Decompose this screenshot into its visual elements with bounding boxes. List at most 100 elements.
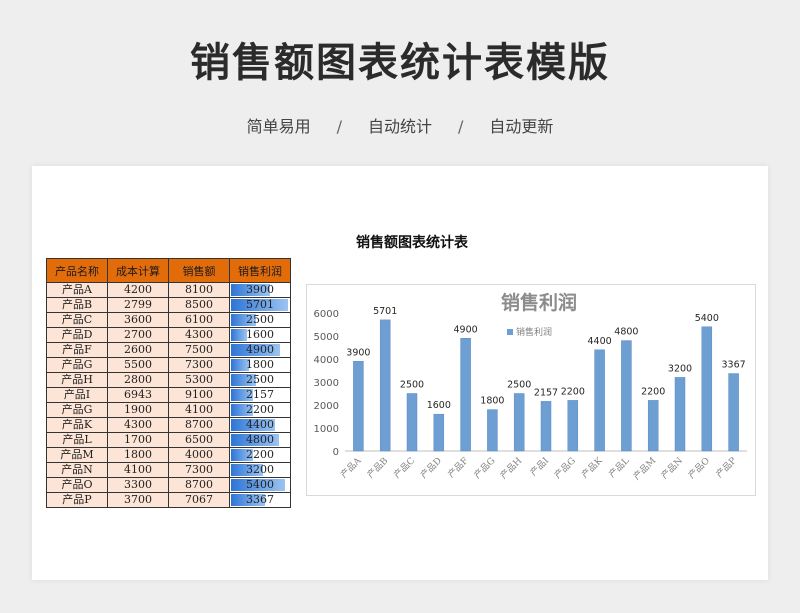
product-name-cell: 产品G [46,402,108,418]
cost-cell: 3300 [107,477,169,493]
category-label: 产品D [418,455,444,481]
table-row: 产品O 3300 8700 5400 [46,477,291,493]
sales-table: 产品名称 成本计算 销售额 销售利润 产品A 4200 8100 3900 产品B 279… [46,258,291,508]
cost-cell: 2799 [107,297,169,313]
bar [647,400,659,452]
sales-cell: 7300 [168,462,230,478]
product-name-cell: 产品O [46,477,108,493]
profit-value: 5701 [246,298,274,311]
cost-cell: 3700 [107,492,169,508]
profit-value: 1800 [246,358,274,371]
product-name-cell: 产品B [46,297,108,313]
sales-cell: 6100 [168,312,230,328]
profit-cell: 3367 [229,492,291,508]
separator: / [458,117,464,136]
column-header: 销售利润 [229,258,291,283]
y-tick-label: 6000 [314,309,339,320]
profit-value: 2200 [246,448,274,461]
data-label: 2200 [641,386,665,397]
y-tick-label: 3000 [314,378,339,389]
data-label: 2200 [561,386,585,397]
legend-swatch [507,329,513,335]
product-name-cell: 产品F [46,342,108,358]
sales-cell: 4000 [168,447,230,463]
table-row: 产品L 1700 6500 4800 [46,432,291,448]
profit-value: 2500 [246,313,274,326]
sales-cell: 8500 [168,297,230,313]
bar [406,393,418,452]
column-header: 销售额 [168,258,230,283]
bar [567,400,579,452]
category-label: 产品G [552,455,578,481]
bar [433,413,445,452]
profit-cell: 1800 [229,357,291,373]
bar [540,401,552,452]
column-header: 成本计算 [107,258,169,283]
cost-cell: 2700 [107,327,169,343]
y-tick-label: 4000 [314,355,339,366]
profit-cell: 4800 [229,432,291,448]
profit-bar-chart: 0100020003000400050006000销售利润销售利润3900产品A… [314,291,747,483]
product-name-cell: 产品P [46,492,108,508]
category-label: 产品B [364,454,390,480]
spreadsheet-preview: 销售额图表统计表 产品名称 成本计算 销售额 销售利润 产品A 4200 8100 3… [32,166,768,580]
bar [513,393,525,452]
product-name-cell: 产品G [46,357,108,373]
profit-cell: 5701 [229,297,291,313]
profit-cell: 2200 [229,402,291,418]
data-bar [231,329,247,341]
bar [460,338,471,452]
sales-cell: 8700 [168,477,230,493]
table-row: 产品C 3600 6100 2500 [46,312,291,328]
bar [487,409,498,452]
table-row: 产品A 4200 8100 3900 [46,282,291,298]
y-tick-label: 1000 [314,424,339,435]
profit-cell: 2200 [229,447,291,463]
product-name-cell: 产品K [46,417,108,433]
table-row: 产品P 3700 7067 3367 [46,492,291,508]
profit-cell: 5400 [229,477,291,493]
profit-value: 2200 [246,403,274,416]
bar [594,349,605,452]
table-body: 产品A 4200 8100 3900 产品B 2799 8500 5701 产品C 3600 610… [46,282,291,508]
bar [621,340,632,452]
table-row: 产品G 5500 7300 1800 [46,357,291,373]
legend-label: 销售利润 [516,326,552,338]
profit-cell: 2500 [229,372,291,388]
sales-cell: 5300 [168,372,230,388]
data-label: 3367 [722,360,746,371]
profit-cell: 2157 [229,387,291,403]
profit-cell: 3200 [229,462,291,478]
category-label: 产品L [606,455,631,480]
table-row: 产品K 4300 8700 4400 [46,417,291,433]
table-row: 产品I 6943 9100 2157 [46,387,291,403]
separator: / [336,117,342,136]
data-label: 3900 [346,347,370,358]
sheet-title: 销售额图表统计表 [356,235,468,251]
product-name-cell: 产品L [46,432,108,448]
profit-chart: 0 1000 2000 3000 4000 5000 6000 销售利润 销售利润 3900 产品A… [306,284,756,496]
cost-cell: 6943 [107,387,169,403]
category-label: 产品M [631,455,659,483]
bar [379,319,391,452]
table-row: 产品N 4100 7300 3200 [46,462,291,478]
profit-value: 2500 [246,373,274,386]
profit-value: 4400 [246,418,274,431]
profit-cell: 4400 [229,417,291,433]
product-name-cell: 产品C [46,312,108,328]
profit-value: 4800 [246,433,274,446]
cost-cell: 5500 [107,357,169,373]
profit-cell: 3900 [229,282,291,298]
feature-item: 自动更新 [489,117,554,136]
table-row: 产品H 2800 5300 2500 [46,372,291,388]
chart-title: 销售利润 [501,291,577,314]
profit-value: 3200 [246,463,274,476]
category-label: 产品H [498,455,525,482]
category-label: 产品G [471,455,497,481]
table-row: 产品D 2700 4300 1600 [46,327,291,343]
y-tick-label: 5000 [314,332,339,343]
data-label: 4400 [588,336,612,347]
cost-cell: 2600 [107,342,169,358]
product-name-cell: 产品A [46,282,108,298]
data-label: 4900 [454,324,478,335]
